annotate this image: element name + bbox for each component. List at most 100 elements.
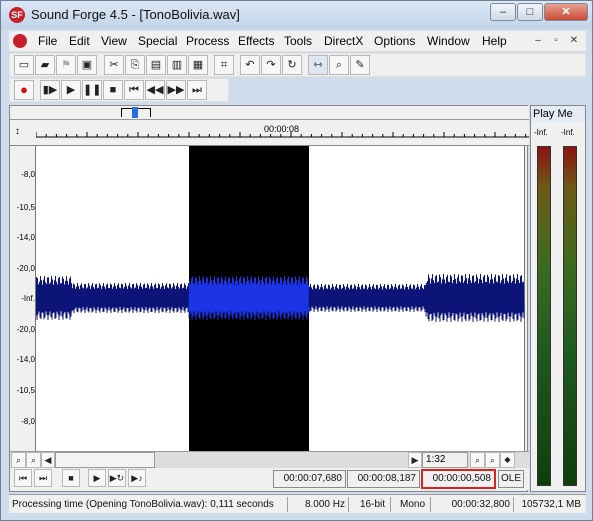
menu-bar: File Edit View Special Process Effects T…: [9, 31, 586, 52]
vzoom-in-icon[interactable]: ⌕: [485, 452, 500, 468]
data-window: ↕ 00:00:08 -8,0 -10,5 -14,0 -20,0 -Inf. …: [9, 105, 529, 492]
document-icon[interactable]: [13, 34, 27, 48]
menu-process[interactable]: Process: [186, 34, 229, 48]
stop-icon[interactable]: ■: [62, 469, 80, 487]
snap-icon[interactable]: ↕: [15, 126, 20, 137]
waveform-display[interactable]: [36, 146, 525, 451]
fast-forward-icon[interactable]: ▶▶: [166, 80, 186, 100]
zoom-in-icon[interactable]: ⌕: [26, 452, 41, 468]
ruler-time-label: 00:00:08: [264, 124, 300, 134]
record-icon[interactable]: ●: [14, 80, 34, 100]
copy-icon[interactable]: ⎘: [125, 55, 145, 75]
play-icon[interactable]: ▶: [88, 469, 106, 487]
menu-file[interactable]: File: [38, 34, 57, 48]
play-plugin-icon[interactable]: ▶♪: [128, 469, 146, 487]
scroll-right-icon[interactable]: ▶: [408, 452, 422, 468]
overview-bar[interactable]: [10, 106, 529, 120]
sound-forge-icon: SF: [9, 7, 25, 23]
minimize-button[interactable]: ‒: [490, 3, 516, 21]
vzoom-fit-icon[interactable]: ◆: [500, 452, 515, 468]
menu-special[interactable]: Special: [138, 34, 177, 48]
scroll-left-icon[interactable]: ◀: [41, 452, 55, 468]
menu-edit[interactable]: Edit: [69, 34, 90, 48]
selection-end-field[interactable]: 00:00:08,187: [347, 470, 420, 488]
stop-icon[interactable]: ■: [103, 80, 123, 100]
edit-tool-icon[interactable]: ⇿: [308, 55, 328, 75]
horizontal-scrollbar[interactable]: ⌕ ⌕ ◀ ▶ 1:32 ⌕ ⌕ ◆: [10, 451, 529, 468]
cut-icon[interactable]: ✂: [104, 55, 124, 75]
repeat-icon[interactable]: ↻: [282, 55, 302, 75]
sample-rate[interactable]: 8.000 Hz: [287, 497, 348, 512]
zoom-out-icon[interactable]: ⌕: [11, 452, 26, 468]
menu-view[interactable]: View: [101, 34, 127, 48]
selection-length-field[interactable]: 00:00:00,508: [421, 469, 496, 489]
amp-label: -Inf.: [21, 294, 35, 303]
mdi-restore-button[interactable]: ▫: [548, 34, 564, 48]
pencil-tool-icon[interactable]: ✎: [350, 55, 370, 75]
play-meter-title[interactable]: Play Me: [531, 106, 585, 122]
magnify-tool-icon[interactable]: ⌕: [329, 55, 349, 75]
open-folder-icon[interactable]: ▰: [35, 55, 55, 75]
bit-depth[interactable]: 16-bit: [348, 497, 388, 512]
waveform: [36, 273, 525, 323]
status-bar: Processing time (Opening TonoBolivia.wav…: [9, 494, 586, 513]
amp-label: -20,0: [16, 325, 35, 334]
amp-label: -10,5: [16, 203, 35, 212]
redo-icon[interactable]: ↷: [261, 55, 281, 75]
go-start-icon[interactable]: ⏮: [14, 469, 32, 487]
paste-icon[interactable]: ▤: [146, 55, 166, 75]
waveform-segment: [425, 273, 525, 323]
crop-icon[interactable]: ⌗: [214, 55, 234, 75]
time-ruler[interactable]: ↕ 00:00:08: [10, 120, 529, 146]
app-window: SF Sound Forge 4.5 - [TonoBolivia.wav] ‒…: [0, 0, 593, 521]
right-level-meter: [563, 146, 577, 486]
status-message: Processing time (Opening TonoBolivia.wav…: [12, 499, 274, 510]
mdi-minimize-button[interactable]: –: [530, 34, 546, 48]
ole-button[interactable]: OLE: [498, 470, 524, 488]
rewind-icon[interactable]: ◀◀: [145, 80, 165, 100]
save-disk-icon[interactable]: ▣: [77, 55, 97, 75]
amp-label: -10,5: [16, 386, 35, 395]
menu-directx[interactable]: DirectX: [324, 34, 363, 48]
amplitude-axis: -8,0 -10,5 -14,0 -20,0 -Inf. -20,0 -14,0…: [10, 146, 36, 451]
play-all-icon[interactable]: ▮▶: [40, 80, 60, 100]
menu-help[interactable]: Help: [482, 34, 507, 48]
pause-icon[interactable]: ❚❚: [82, 80, 102, 100]
go-to-start-icon[interactable]: ⏮: [124, 80, 144, 100]
amp-label: -14,0: [16, 233, 35, 242]
overview-cursor[interactable]: [132, 107, 138, 118]
file-length: 00:00:32,800: [430, 497, 513, 512]
properties-icon[interactable]: ⚑: [56, 55, 76, 75]
paste-special-icon[interactable]: ▥: [167, 55, 187, 75]
play-looped-icon[interactable]: ▶↻: [108, 469, 126, 487]
go-to-end-icon[interactable]: ⏭: [187, 80, 207, 100]
amp-label: -8,0: [21, 417, 35, 426]
free-space: 105732,1 MB: [513, 497, 584, 512]
scroll-thumb[interactable]: [55, 452, 155, 468]
mix-icon[interactable]: ▦: [188, 55, 208, 75]
title-bar[interactable]: SF Sound Forge 4.5 - [TonoBolivia.wav] ‒…: [1, 1, 592, 29]
window-transport: ⏮ ⏭ ■ ▶ ▶↻ ▶♪ 00:00:07,680 00:00:08,187 …: [10, 468, 529, 490]
waveform-segment: [36, 275, 190, 321]
channel-mode[interactable]: Mono: [390, 497, 428, 512]
close-button[interactable]: ✕: [544, 3, 588, 21]
mdi-close-button[interactable]: ✕: [566, 34, 582, 48]
window-title: Sound Forge 4.5 - [TonoBolivia.wav]: [31, 7, 240, 22]
vzoom-out-icon[interactable]: ⌕: [470, 452, 485, 468]
maximize-button[interactable]: □: [517, 3, 543, 21]
menu-tools[interactable]: Tools: [284, 34, 312, 48]
play-icon[interactable]: ▶: [61, 80, 81, 100]
undo-icon[interactable]: ↶: [240, 55, 260, 75]
waveform-segment-selected: [188, 275, 310, 321]
menu-effects[interactable]: Effects: [238, 34, 274, 48]
amp-label: -8,0: [21, 170, 35, 179]
zoom-ratio[interactable]: 1:32: [422, 452, 468, 468]
menu-options[interactable]: Options: [374, 34, 415, 48]
left-level-meter: [537, 146, 551, 486]
go-end-icon[interactable]: ⏭: [34, 469, 52, 487]
menu-window[interactable]: Window: [427, 34, 470, 48]
new-file-icon[interactable]: ▭: [14, 55, 34, 75]
waveform-segment: [308, 283, 427, 313]
selection-start-field[interactable]: 00:00:07,680: [273, 470, 346, 488]
standard-toolbar: ▭ ▰ ⚑ ▣ ✂ ⎘ ▤ ▥ ▦ ⌗ ↶ ↷ ↻ ⇿ ⌕ ✎: [9, 53, 586, 77]
